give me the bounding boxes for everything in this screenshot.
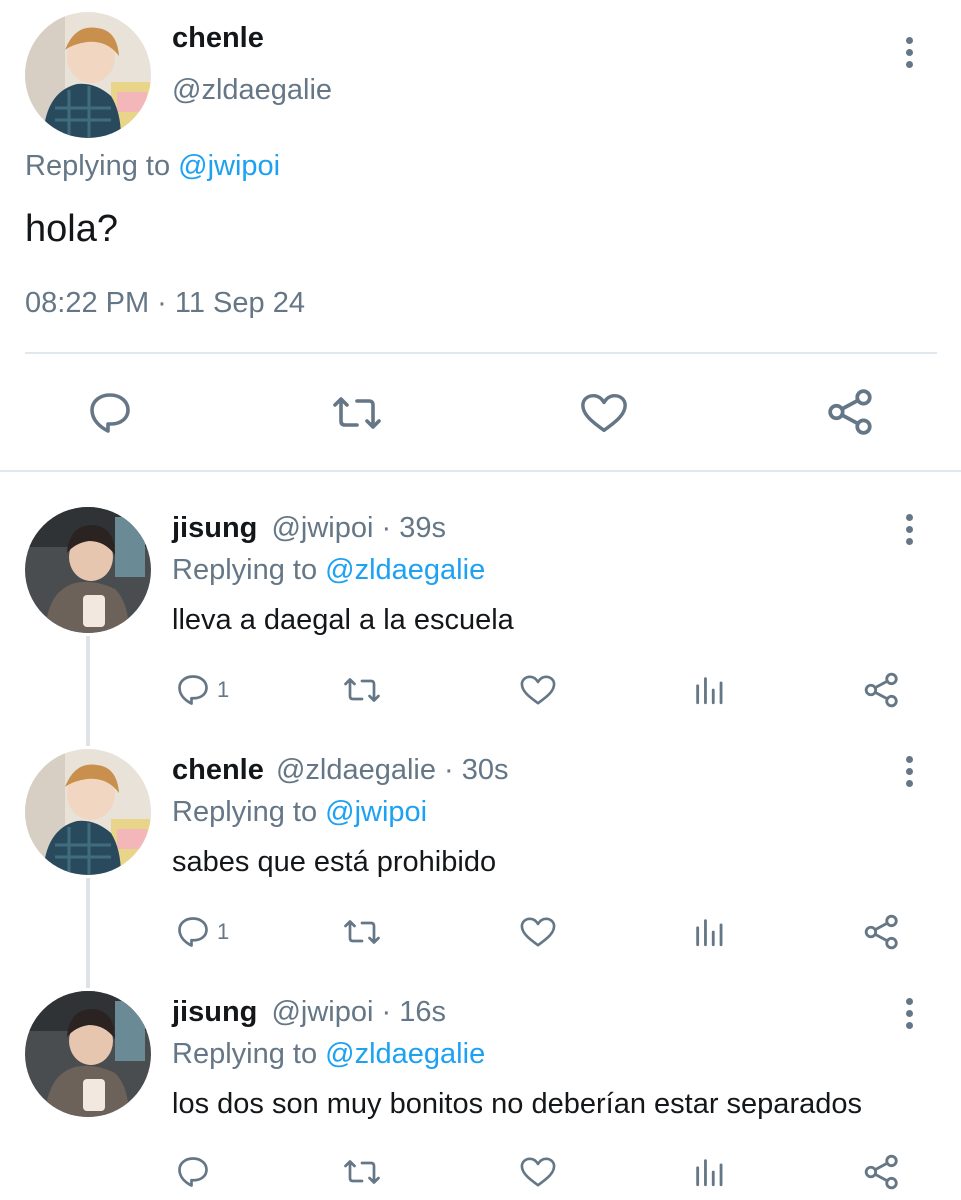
share-icon[interactable]: [826, 387, 876, 437]
reply-header: jisung @jwipoi · 39s: [172, 512, 446, 545]
replying-to-link[interactable]: @zldaegalie: [325, 1038, 485, 1070]
reply-icon[interactable]: [175, 672, 211, 708]
avatar[interactable]: [25, 991, 151, 1117]
replying-line: Replying to @jwipoi: [25, 150, 280, 183]
share-icon[interactable]: [863, 913, 901, 951]
reply-header: chenle @zldaegalie · 30s: [172, 754, 509, 787]
more-options-icon[interactable]: [897, 756, 921, 796]
thread-line: [86, 636, 90, 746]
replying-prefix: Replying to: [172, 554, 318, 586]
like-icon[interactable]: [579, 389, 629, 437]
avatar[interactable]: [25, 12, 151, 138]
replying-to-link[interactable]: @jwipoi: [178, 150, 280, 182]
like-icon[interactable]: [519, 914, 557, 950]
analytics-icon[interactable]: [692, 1155, 726, 1189]
avatar[interactable]: [25, 507, 151, 633]
replying-line: Replying to @jwipoi: [172, 796, 427, 829]
tweet-timestamp[interactable]: 08:22 PM · 11 Sep 24: [25, 287, 305, 320]
author-name[interactable]: chenle: [172, 754, 264, 786]
divider: [25, 352, 937, 354]
reply-text: lleva a daegal a la escuela: [172, 604, 514, 636]
share-icon[interactable]: [863, 1153, 901, 1191]
more-options-icon[interactable]: [897, 998, 921, 1038]
author-name[interactable]: chenle: [172, 22, 264, 55]
like-icon[interactable]: [519, 1154, 557, 1190]
replying-prefix: Replying to: [172, 1038, 318, 1070]
share-icon[interactable]: [863, 671, 901, 709]
author-handle[interactable]: @zldaegalie: [172, 74, 332, 107]
reply-text: los dos son muy bonitos no deberían esta…: [172, 1088, 862, 1120]
more-options-icon[interactable]: [897, 37, 921, 77]
reply-text: sabes que está prohibido: [172, 846, 497, 878]
replying-line: Replying to @zldaegalie: [172, 1038, 485, 1071]
author-name[interactable]: jisung: [172, 512, 257, 544]
analytics-icon[interactable]: [692, 673, 726, 707]
replying-line: Replying to @zldaegalie: [172, 554, 485, 587]
section-divider: [0, 470, 961, 472]
reply-icon[interactable]: [86, 389, 134, 437]
reply-time: · 16s: [381, 996, 446, 1028]
reply-time: · 39s: [381, 512, 446, 544]
author-name[interactable]: jisung: [172, 996, 257, 1028]
author-handle[interactable]: @zldaegalie: [276, 754, 436, 786]
tweet-text: hola?: [25, 208, 118, 250]
replying-prefix: Replying to: [25, 150, 171, 182]
author-handle[interactable]: @jwipoi: [271, 996, 373, 1028]
replying-prefix: Replying to: [172, 796, 318, 828]
replying-to-link[interactable]: @jwipoi: [325, 796, 427, 828]
reply-count: 1: [217, 677, 230, 702]
retweet-icon[interactable]: [331, 389, 383, 437]
reply-header: jisung @jwipoi · 16s: [172, 996, 446, 1029]
like-icon[interactable]: [519, 672, 557, 708]
replying-to-link[interactable]: @zldaegalie: [325, 554, 485, 586]
reply-time: · 30s: [444, 754, 509, 786]
thread-line: [86, 878, 90, 988]
retweet-icon[interactable]: [342, 1154, 382, 1190]
reply-count: 1: [217, 919, 230, 944]
more-options-icon[interactable]: [897, 514, 921, 554]
retweet-icon[interactable]: [342, 914, 382, 950]
avatar[interactable]: [25, 749, 151, 875]
analytics-icon[interactable]: [692, 915, 726, 949]
reply-icon[interactable]: [175, 1154, 211, 1190]
author-handle[interactable]: @jwipoi: [271, 512, 373, 544]
retweet-icon[interactable]: [342, 672, 382, 708]
reply-icon[interactable]: [175, 914, 211, 950]
